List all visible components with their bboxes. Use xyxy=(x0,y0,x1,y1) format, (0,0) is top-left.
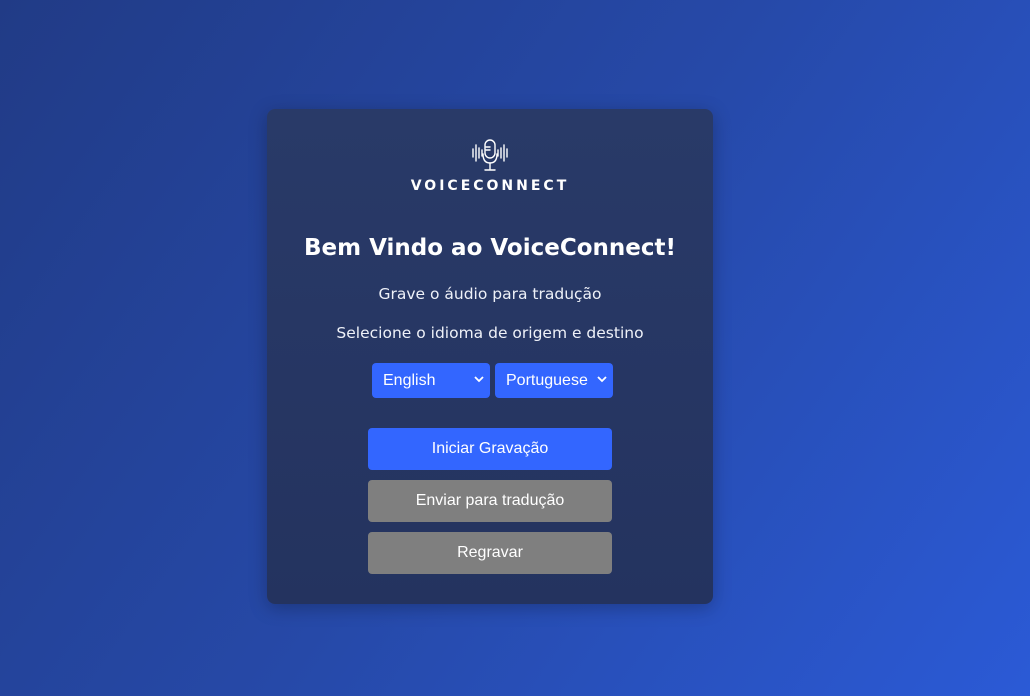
chevron-down-icon xyxy=(597,375,607,386)
microphone-soundwave-icon xyxy=(471,139,509,175)
chevron-down-icon xyxy=(474,375,484,386)
language-selectors: English Portuguese xyxy=(372,363,613,398)
source-language-value: English xyxy=(383,371,436,389)
send-for-translation-button[interactable]: Enviar para tradução xyxy=(368,480,612,522)
instruction-record: Grave o áudio para tradução xyxy=(378,285,602,303)
logo: VOICECONNECT xyxy=(267,139,713,194)
source-language-select[interactable]: English xyxy=(372,363,490,398)
logo-wordmark: VOICECONNECT xyxy=(410,178,570,194)
start-recording-button[interactable]: Iniciar Gravação xyxy=(368,428,612,470)
instruction-languages: Selecione o idioma de origem e destino xyxy=(336,324,644,342)
rerecord-button[interactable]: Regravar xyxy=(368,532,612,574)
target-language-value: Portuguese xyxy=(506,371,588,389)
page-title: Bem Vindo ao VoiceConnect! xyxy=(304,235,676,261)
target-language-select[interactable]: Portuguese xyxy=(495,363,613,398)
welcome-card: VOICECONNECT Bem Vindo ao VoiceConnect! … xyxy=(267,109,713,604)
